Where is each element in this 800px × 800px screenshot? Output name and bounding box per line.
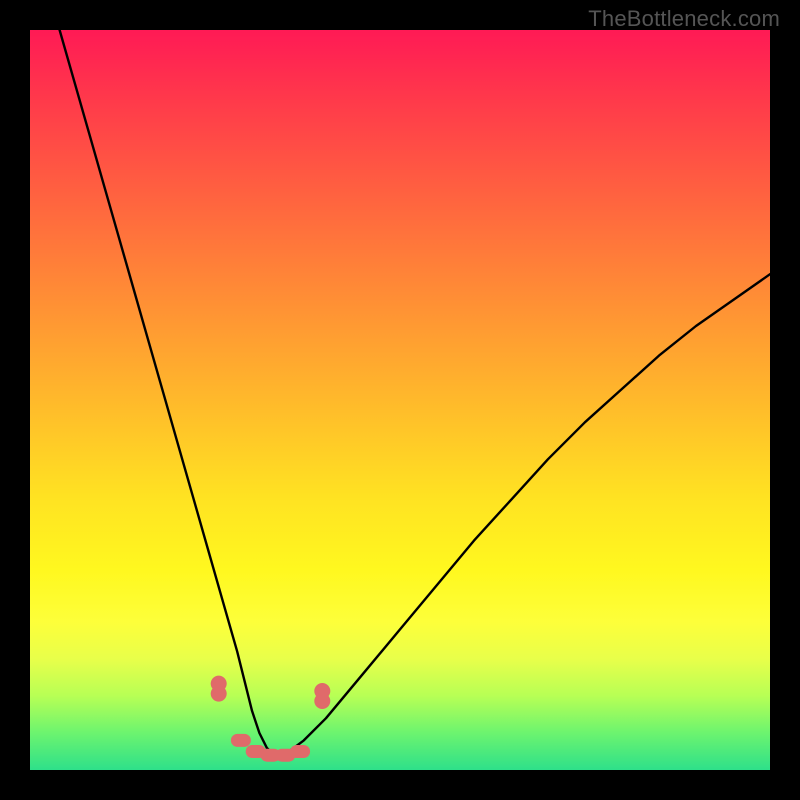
watermark-text: TheBottleneck.com (588, 6, 780, 32)
curve-svg (30, 30, 770, 770)
markers-group (211, 676, 331, 762)
marker-dumbbell (211, 676, 227, 702)
marker-pill (231, 734, 251, 747)
marker-dumbbell (314, 683, 330, 709)
bottleneck-curve (60, 30, 770, 755)
chart-frame: TheBottleneck.com (0, 0, 800, 800)
plot-area (30, 30, 770, 770)
marker-pill (290, 745, 310, 758)
